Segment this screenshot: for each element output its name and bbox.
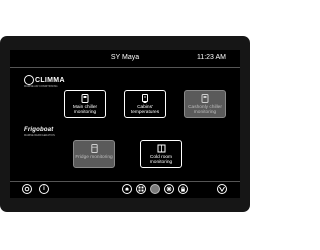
chiller-icon — [185, 94, 225, 103]
bottom-bar: i — [10, 182, 240, 198]
grid-icon[interactable] — [136, 184, 146, 194]
tile-cold-room[interactable]: Cold room monitoring — [140, 140, 182, 168]
chiller-icon — [65, 94, 105, 103]
clock: 11:23 AM — [196, 54, 226, 61]
alarm-icon[interactable] — [122, 184, 132, 194]
climma-logo: CLIMMA — [24, 75, 65, 85]
frigoboat-logo-tagline: MARINE REFRIGERATION — [24, 134, 55, 137]
circle-icon[interactable] — [150, 184, 160, 194]
thermometer-icon — [125, 94, 165, 103]
screen: SY Maya 11:23 AM CLIMMA MARINE AIR CONDI… — [10, 50, 240, 198]
tile-label: Cabins' temperatures — [130, 105, 160, 115]
tile-label: Main chiller monitoring — [72, 105, 98, 115]
climma-logo-mark-icon — [24, 75, 34, 85]
climma-logo-tagline: MARINE AIR CONDITIONING — [24, 85, 58, 88]
info-icon[interactable]: i — [39, 184, 49, 194]
frigoboat-logo: Frigoboat — [24, 127, 54, 133]
tile-fridge[interactable]: Fridge monitoring — [73, 140, 115, 168]
logo-icon[interactable] — [217, 184, 227, 194]
tile-label: Fridge monitoring — [75, 155, 113, 160]
lock-icon[interactable] — [178, 184, 188, 194]
settings-icon[interactable] — [22, 184, 32, 194]
fridge-icon — [74, 144, 114, 153]
status-bar: SY Maya 11:23 AM — [10, 50, 240, 66]
tile-label: Cashonly chiller monitoring — [188, 105, 222, 115]
tile-label: Cold room monitoring — [149, 155, 173, 165]
snowflake-icon[interactable] — [164, 184, 174, 194]
tile-cabins-temperatures[interactable]: Cabins' temperatures — [124, 90, 166, 118]
climma-logo-text: CLIMMA — [35, 76, 65, 84]
tile-main-chiller[interactable]: Main chiller monitoring — [64, 90, 106, 118]
status-divider — [10, 67, 240, 68]
tile-cashonly-chiller[interactable]: Cashonly chiller monitoring — [184, 90, 226, 118]
coldroom-icon — [141, 144, 181, 153]
